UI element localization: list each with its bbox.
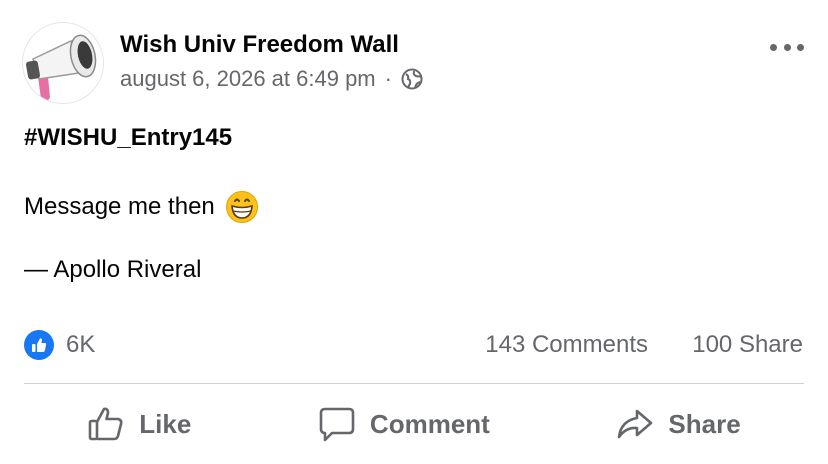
more-options-button[interactable] [770, 38, 804, 56]
more-dot-icon [783, 43, 791, 51]
post-actions-bar: Like Comment Share [24, 396, 804, 452]
grinning-face-emoji-icon [225, 191, 258, 223]
globe-icon[interactable] [401, 68, 423, 90]
post-hashtag[interactable]: #WISHU_Entry145 [24, 124, 232, 152]
reaction-count[interactable]: 6K [66, 331, 95, 359]
like-button[interactable]: Like [87, 405, 191, 443]
page-name[interactable]: Wish Univ Freedom Wall [120, 31, 399, 59]
megaphone-icon [26, 34, 97, 101]
share-button[interactable]: Share [616, 405, 741, 443]
like-button-label: Like [139, 408, 192, 439]
post-signature: — Apollo Riveral [24, 256, 202, 283]
shares-count[interactable]: 100 Share [692, 331, 803, 359]
post-message-line: Message me then [24, 190, 259, 224]
comment-button[interactable]: Comment [318, 405, 490, 443]
facebook-post: Wish Univ Freedom Wall august 6, 2026 at… [0, 0, 828, 464]
page-avatar[interactable] [22, 22, 104, 104]
more-dot-icon [797, 43, 804, 51]
like-icon [32, 338, 47, 352]
like-reaction-badge[interactable] [24, 330, 54, 360]
comments-count[interactable]: 143 Comments [485, 331, 648, 359]
actions-divider [24, 383, 804, 384]
share-arrow-icon [618, 409, 653, 439]
post-meta: august 6, 2026 at 6:49 pm · [120, 66, 423, 92]
post-message: Message me then [24, 193, 215, 220]
comment-button-label: Comment [369, 408, 490, 439]
meta-separator: · [384, 66, 392, 91]
more-dot-icon [770, 43, 777, 51]
comment-icon [319, 407, 355, 442]
post-timestamp[interactable]: august 6, 2026 at 6:49 pm [120, 66, 376, 92]
thumbs-up-icon [88, 407, 123, 441]
share-button-label: Share [668, 408, 741, 439]
